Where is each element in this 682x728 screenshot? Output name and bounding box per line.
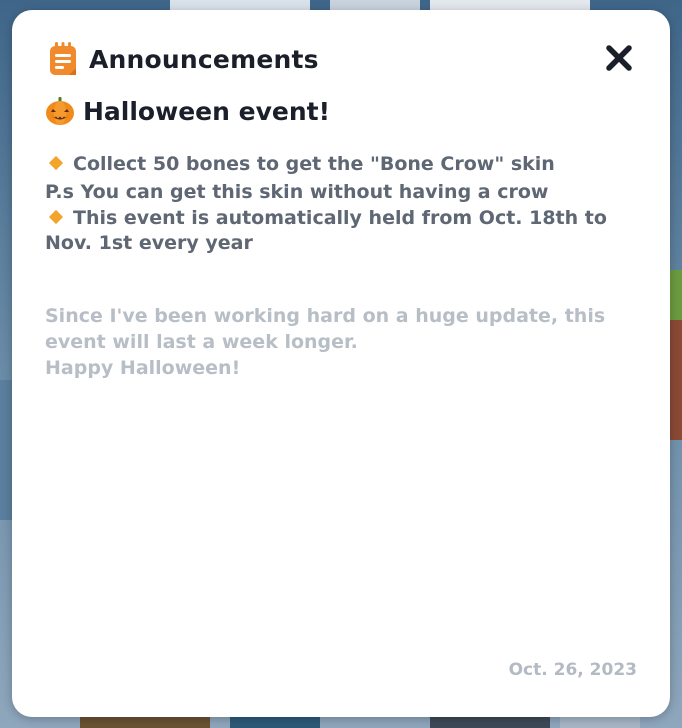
event-title: Halloween event! [83, 96, 330, 126]
notepad-icon [50, 42, 76, 75]
event-line: P.s You can get this skin without having… [45, 181, 549, 203]
pumpkin-icon [46, 97, 74, 125]
close-icon[interactable] [604, 43, 634, 73]
announcements-dialog: Announcements Halloween event! Collect 5… [12, 10, 670, 717]
dialog-title: Announcements [89, 44, 319, 74]
announcement-date: Oct. 26, 2023 [508, 660, 637, 680]
event-line: This event is automatically held from Oc… [45, 207, 607, 254]
bullet-diamond-icon [48, 155, 64, 171]
bullet-diamond-icon [48, 209, 64, 225]
note-line: Since I've been working hard on a huge u… [45, 305, 606, 353]
dialog-header: Announcements [49, 42, 319, 76]
event-heading: Halloween event! [45, 96, 330, 126]
event-line: Collect 50 bones to get the "Bone Crow" … [45, 150, 640, 178]
note-line: Happy Halloween! [45, 357, 241, 379]
event-note: Since I've been working hard on a huge u… [45, 303, 645, 381]
event-description: Collect 50 bones to get the "Bone Crow" … [45, 150, 640, 256]
